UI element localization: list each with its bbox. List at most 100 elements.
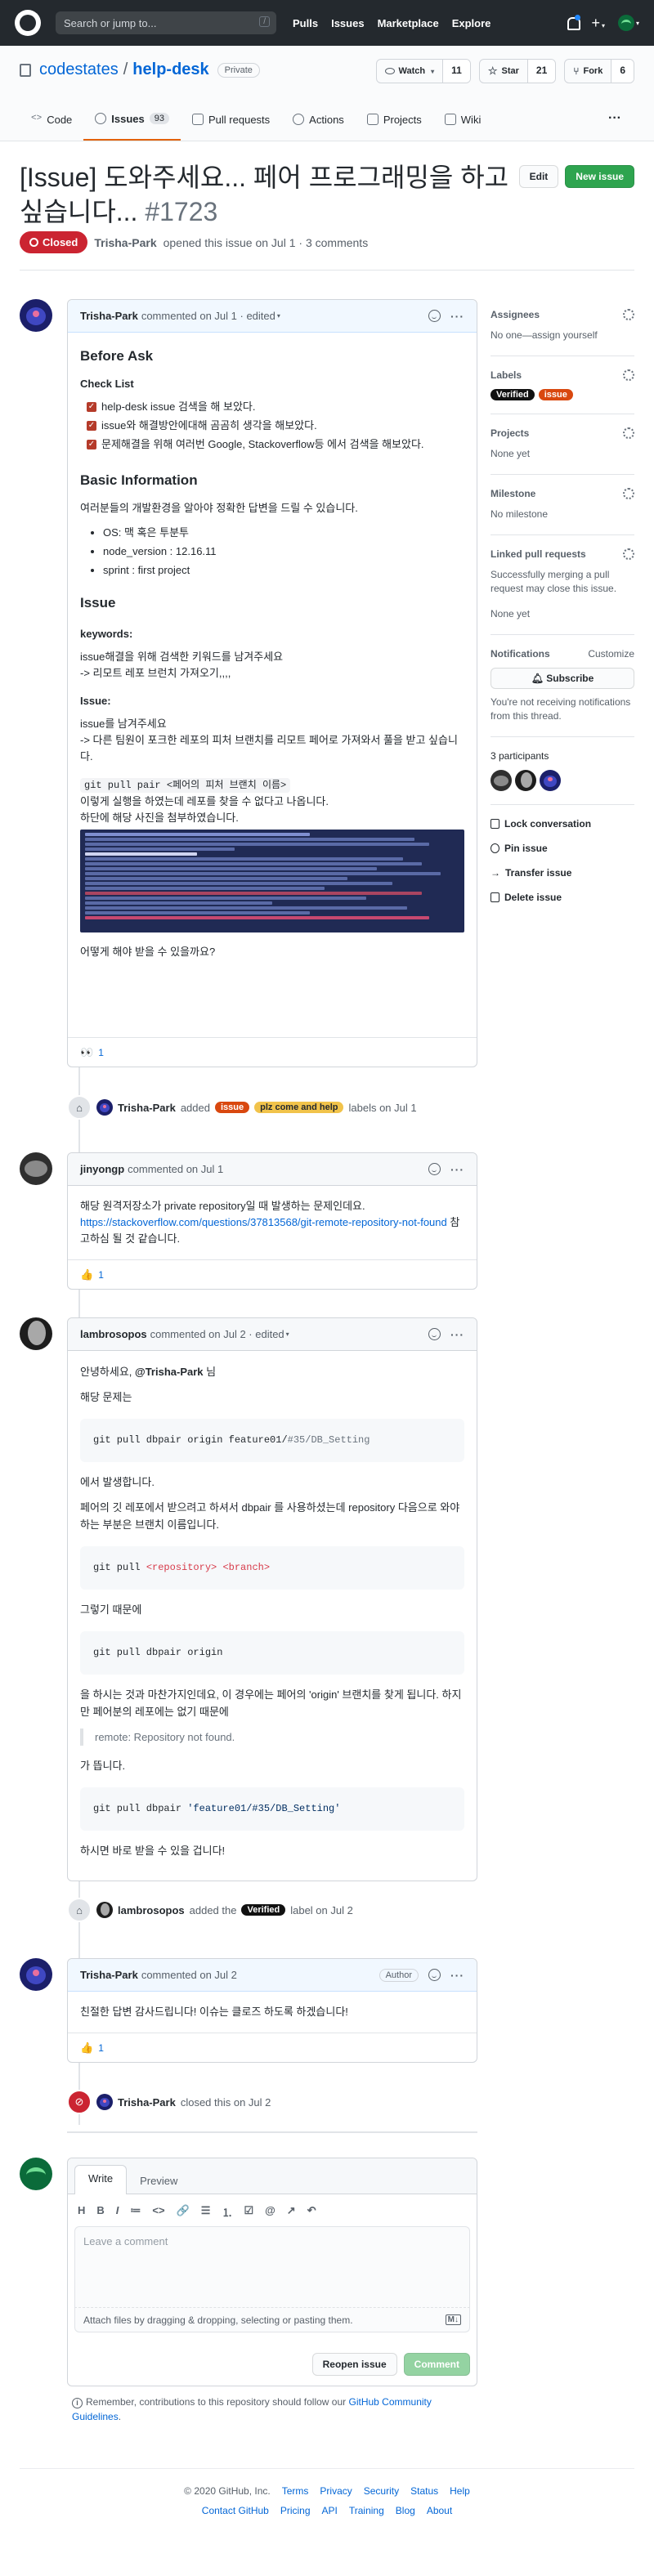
fork-button[interactable]: ⑂ Fork 6	[564, 59, 634, 83]
participant-avatar[interactable]	[490, 770, 512, 791]
heading-icon[interactable]: H	[78, 2204, 85, 2220]
assignees-text[interactable]: No one—assign yourself	[490, 329, 634, 342]
smiley-icon[interactable]	[428, 1163, 441, 1175]
label-verified[interactable]: Verified	[490, 389, 535, 400]
reaction-count[interactable]: 1	[98, 2042, 104, 2054]
avatar[interactable]	[20, 2158, 52, 2190]
star-button[interactable]: ☆ Star 21	[478, 59, 557, 83]
kebab-horizontal-icon[interactable]: ···	[450, 1163, 464, 1176]
chevron-down-icon[interactable]: ▾	[286, 1330, 289, 1338]
watch-button[interactable]: Watch ▾ 11	[375, 59, 471, 83]
label-plz-come-and-help[interactable]: plz come and help	[254, 1102, 344, 1113]
mention-icon[interactable]: @	[265, 2204, 275, 2220]
search-input[interactable]: Search or jump to... /	[56, 11, 276, 34]
repo-name-link[interactable]: help-desk	[132, 60, 208, 79]
footer-link-privacy[interactable]: Privacy	[320, 2485, 352, 2497]
assignees-title[interactable]: Assignees	[490, 309, 540, 320]
footer-link-pricing[interactable]: Pricing	[280, 2505, 311, 2516]
markdown-icon[interactable]: M↓	[445, 2314, 461, 2325]
comment-author[interactable]: Trisha-Park	[80, 310, 138, 322]
comment-textarea[interactable]: Leave a comment	[74, 2226, 470, 2308]
event-actor[interactable]: Trisha-Park	[118, 1102, 176, 1114]
tab-code[interactable]: <> Code	[20, 98, 83, 141]
repo-owner-link[interactable]: codestates	[39, 60, 119, 79]
thumbs-up-reaction-icon[interactable]: 👍	[80, 2042, 93, 2055]
cross-reference-icon[interactable]: ↗	[287, 2204, 296, 2220]
tab-projects[interactable]: Projects	[356, 98, 433, 141]
footer-link-status[interactable]: Status	[410, 2485, 438, 2497]
avatar[interactable]	[20, 1317, 52, 1350]
smiley-icon[interactable]	[428, 1969, 441, 1981]
comment-author[interactable]: jinyongp	[80, 1163, 124, 1175]
subscribe-button[interactable]: 🔔︎ Subscribe	[490, 668, 634, 689]
footer-link-security[interactable]: Security	[364, 2485, 399, 2497]
gear-icon[interactable]	[623, 548, 634, 560]
reopen-issue-button[interactable]: Reopen issue	[311, 2353, 397, 2376]
watch-count[interactable]: 11	[442, 60, 470, 83]
avatar[interactable]	[20, 299, 52, 332]
thumbs-up-reaction-icon[interactable]: 👍	[80, 1268, 93, 1281]
tab-issues[interactable]: Issues 93	[83, 98, 181, 141]
projects-title[interactable]: Projects	[490, 427, 529, 439]
tab-actions[interactable]: Actions	[281, 98, 356, 141]
avatar[interactable]	[96, 1902, 113, 1918]
smiley-icon[interactable]	[428, 310, 441, 322]
chevron-down-icon[interactable]: ▾	[277, 312, 280, 320]
tab-write[interactable]: Write	[74, 2165, 128, 2194]
participant-avatar[interactable]	[540, 770, 561, 791]
customize-link[interactable]: Customize	[588, 648, 634, 660]
gear-icon[interactable]	[623, 427, 634, 439]
reaction-count[interactable]: 1	[98, 1269, 104, 1281]
kebab-horizontal-icon[interactable]: ···	[450, 1328, 464, 1341]
checkbox-checked-icon[interactable]: ✓	[87, 440, 96, 449]
checkbox-checked-icon[interactable]: ✓	[87, 421, 96, 431]
footer-link-about[interactable]: About	[427, 2505, 452, 2516]
labels-title[interactable]: Labels	[490, 369, 522, 381]
participant-avatar[interactable]	[515, 770, 536, 791]
kebab-horizontal-icon[interactable]: ···	[450, 310, 464, 323]
tab-wiki[interactable]: Wiki	[433, 98, 493, 141]
avatar[interactable]	[20, 1152, 52, 1185]
nav-issues[interactable]: Issues	[331, 17, 364, 29]
pin-issue-action[interactable]: Pin issue	[490, 843, 634, 854]
footer-link-terms[interactable]: Terms	[282, 2485, 309, 2497]
task-list-icon[interactable]: ☑	[244, 2204, 253, 2220]
footer-link-contact[interactable]: Contact GitHub	[202, 2505, 269, 2516]
avatar[interactable]	[96, 1099, 113, 1116]
eyes-reaction-icon[interactable]: 👀	[80, 1046, 93, 1059]
star-count[interactable]: 21	[526, 60, 556, 83]
comment-author[interactable]: Trisha-Park	[80, 1969, 138, 1981]
unordered-list-icon[interactable]: ☰	[201, 2204, 211, 2220]
tab-preview[interactable]: Preview	[127, 2168, 190, 2194]
avatar[interactable]	[96, 2094, 113, 2110]
attach-files-bar[interactable]: Attach files by dragging & dropping, sel…	[74, 2308, 470, 2332]
footer-link-blog[interactable]: Blog	[396, 2505, 415, 2516]
label-issue[interactable]: issue	[214, 1102, 250, 1113]
reply-icon[interactable]: ↶	[307, 2204, 316, 2220]
user-mention[interactable]: @Trisha-Park	[135, 1366, 204, 1378]
code-icon[interactable]: <>	[152, 2204, 164, 2220]
footer-link-training[interactable]: Training	[349, 2505, 384, 2516]
quote-icon[interactable]: ≔	[130, 2204, 141, 2220]
avatar[interactable]	[20, 1958, 52, 1991]
label-issue[interactable]: issue	[538, 389, 573, 400]
new-issue-button[interactable]: New issue	[565, 165, 634, 188]
footer-link-help[interactable]: Help	[450, 2485, 470, 2497]
tab-pull-requests[interactable]: Pull requests	[181, 98, 281, 141]
terminal-screenshot[interactable]	[80, 830, 464, 932]
italic-icon[interactable]: I	[116, 2204, 119, 2220]
bold-icon[interactable]: B	[96, 2204, 104, 2220]
gear-icon[interactable]	[623, 488, 634, 499]
event-actor[interactable]: lambrosopos	[118, 1904, 185, 1916]
kebab-horizontal-icon[interactable]: ···	[450, 1969, 464, 1982]
checkbox-checked-icon[interactable]: ✓	[87, 402, 96, 412]
stackoverflow-link[interactable]: https://stackoverflow.com/questions/3781…	[80, 1216, 447, 1228]
nav-pulls[interactable]: Pulls	[293, 17, 318, 29]
nav-explore[interactable]: Explore	[452, 17, 491, 29]
fork-count[interactable]: 6	[611, 60, 634, 83]
gear-icon[interactable]	[623, 309, 634, 320]
label-verified[interactable]: Verified	[241, 1904, 286, 1916]
delete-issue-action[interactable]: Delete issue	[490, 892, 634, 903]
smiley-icon[interactable]	[428, 1328, 441, 1340]
transfer-issue-action[interactable]: → Transfer issue	[490, 867, 634, 879]
